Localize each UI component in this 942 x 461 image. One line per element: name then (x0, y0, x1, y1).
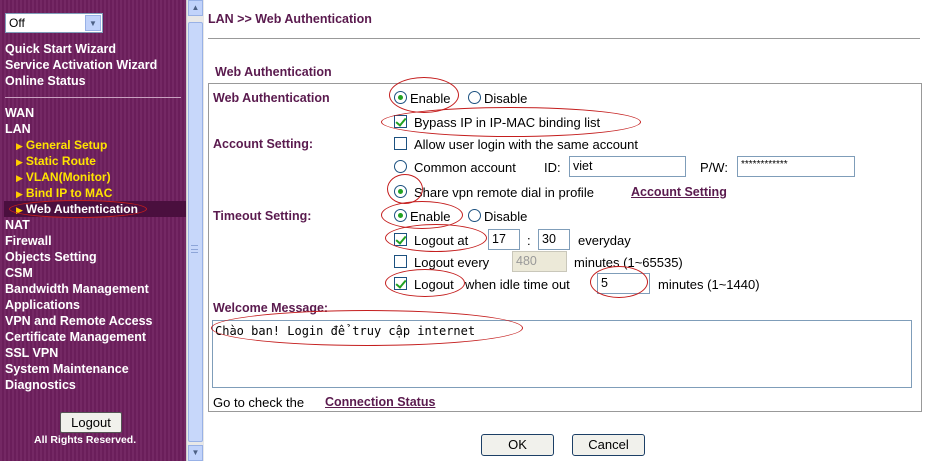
connection-status-link[interactable]: Connection Status (325, 395, 435, 409)
nav-lan-web-authentication[interactable]: ▶ Web Authentication (16, 202, 138, 216)
bypass-ip-checkbox[interactable] (394, 115, 407, 128)
scroll-up-icon[interactable]: ▲ (188, 0, 203, 16)
copyright-text: All Rights Reserved. (34, 434, 137, 446)
share-vpn-label: Share vpn remote dial in profile (414, 185, 594, 200)
share-vpn-radio[interactable] (394, 185, 407, 198)
web-auth-disable-label: Disable (484, 91, 528, 106)
triangle-right-icon: ▶ (16, 189, 23, 199)
nav-quick-start-wizard[interactable]: Quick Start Wizard (5, 42, 116, 56)
logout-idle-checkbox[interactable] (394, 277, 407, 290)
logout-every-label: Logout every (414, 255, 490, 270)
password-label: P/W: (700, 160, 728, 175)
logout-minute-input[interactable]: 30 (538, 229, 570, 250)
grip-icon (191, 245, 198, 253)
logout-hour-input[interactable]: 17 (488, 229, 520, 250)
mode-select[interactable]: Off ▼ (5, 13, 103, 33)
account-password-input[interactable]: ************ (737, 156, 855, 177)
cancel-button[interactable]: Cancel (572, 434, 645, 456)
sidebar: Off ▼ Quick Start Wizard Service Activat… (0, 0, 186, 461)
nav-diagnostics[interactable]: Diagnostics (5, 378, 76, 392)
logout-every-unit: minutes (1~65535) (574, 255, 683, 270)
nav-online-status[interactable]: Online Status (5, 74, 86, 88)
welcome-message-label: Welcome Message: (213, 301, 329, 315)
chevron-down-icon[interactable]: ▼ (85, 15, 101, 31)
nav-objects-setting[interactable]: Objects Setting (5, 250, 97, 264)
bypass-ip-label: Bypass IP in IP-MAC binding list (414, 115, 601, 130)
nav-label: VLAN(Monitor) (25, 170, 111, 184)
scroll-down-icon[interactable]: ▼ (188, 445, 203, 461)
common-account-radio[interactable] (394, 160, 407, 173)
nav-bandwidth-management[interactable]: Bandwidth Management (5, 282, 149, 296)
id-label: ID: (544, 160, 561, 175)
triangle-right-icon: ▶ (16, 205, 23, 215)
web-auth-panel: Web Authentication Enable Disable Bypass… (208, 77, 922, 412)
everyday-label: everyday (578, 233, 631, 248)
main-content: LAN >> Web Authentication Web Authentica… (204, 0, 942, 461)
idle-text: when idle time out (465, 277, 570, 292)
divider (208, 38, 920, 39)
nav-lan-static-route[interactable]: ▶ Static Route (16, 154, 96, 168)
nav-lan-vlan-monitor[interactable]: ▶ VLAN(Monitor) (16, 170, 111, 184)
timeout-disable-label: Disable (484, 209, 528, 224)
nav-lan-bind-ip-to-mac[interactable]: ▶ Bind IP to MAC (16, 186, 112, 200)
nav-label: Bind IP to MAC (25, 186, 113, 200)
common-account-label: Common account (414, 160, 516, 175)
logout-every-checkbox[interactable] (394, 255, 407, 268)
logout-every-input[interactable]: 480 (512, 251, 567, 272)
logout-idle-label: Logout (414, 277, 454, 292)
panel-title: Web Authentication (215, 65, 332, 79)
connection-status-prefix: Go to check the (213, 395, 305, 410)
time-colon: : (527, 233, 531, 248)
nav-lan-general-setup[interactable]: ▶ General Setup (16, 138, 107, 152)
web-auth-enable-radio[interactable] (394, 91, 407, 104)
nav-vpn-remote-access[interactable]: VPN and Remote Access (5, 314, 153, 328)
nav-csm[interactable]: CSM (5, 266, 33, 280)
account-setting-link[interactable]: Account Setting (631, 185, 727, 199)
welcome-message-textarea[interactable]: Chào ban! Login để truy cập internet (212, 320, 912, 388)
nav-wan[interactable]: WAN (5, 106, 34, 120)
ok-button[interactable]: OK (481, 434, 554, 456)
nav-certificate-management[interactable]: Certificate Management (5, 330, 146, 344)
account-id-input[interactable]: viet (569, 156, 686, 177)
timeout-enable-radio[interactable] (394, 209, 407, 222)
logout-at-label: Logout at (414, 233, 469, 248)
triangle-right-icon: ▶ (16, 173, 23, 183)
nav-label: Static Route (25, 154, 96, 168)
triangle-right-icon: ▶ (16, 157, 23, 167)
nav-service-activation-wizard[interactable]: Service Activation Wizard (5, 58, 157, 72)
sidebar-scrollbar[interactable]: ▲ ▼ (186, 0, 204, 461)
nav-system-maintenance[interactable]: System Maintenance (5, 362, 129, 376)
triangle-right-icon: ▶ (16, 141, 23, 151)
divider (5, 97, 181, 98)
web-auth-disable-radio[interactable] (468, 91, 481, 104)
mode-select-value: Off (9, 16, 25, 30)
nav-label: General Setup (25, 138, 108, 152)
nav-nat[interactable]: NAT (5, 218, 30, 232)
allow-same-account-checkbox[interactable] (394, 137, 407, 150)
account-setting-label: Account Setting: (213, 137, 313, 151)
breadcrumb: LAN >> Web Authentication (208, 12, 372, 26)
web-auth-label: Web Authentication (213, 91, 330, 105)
nav-label: Web Authentication (25, 202, 138, 216)
nav-lan[interactable]: LAN (5, 122, 31, 136)
nav-ssl-vpn[interactable]: SSL VPN (5, 346, 58, 360)
logout-at-checkbox[interactable] (394, 233, 407, 246)
nav-applications[interactable]: Applications (5, 298, 80, 312)
timeout-enable-label: Enable (410, 209, 451, 224)
web-auth-enable-label: Enable (410, 91, 451, 106)
allow-same-account-label: Allow user login with the same account (414, 137, 639, 152)
logout-button[interactable]: Logout (60, 412, 122, 433)
nav-firewall[interactable]: Firewall (5, 234, 52, 248)
timeout-setting-label: Timeout Setting: (213, 209, 312, 223)
scrollbar-thumb[interactable] (188, 22, 203, 442)
timeout-disable-radio[interactable] (468, 209, 481, 222)
idle-timeout-unit: minutes (1~1440) (658, 277, 760, 292)
idle-timeout-input[interactable]: 5 (597, 273, 650, 294)
